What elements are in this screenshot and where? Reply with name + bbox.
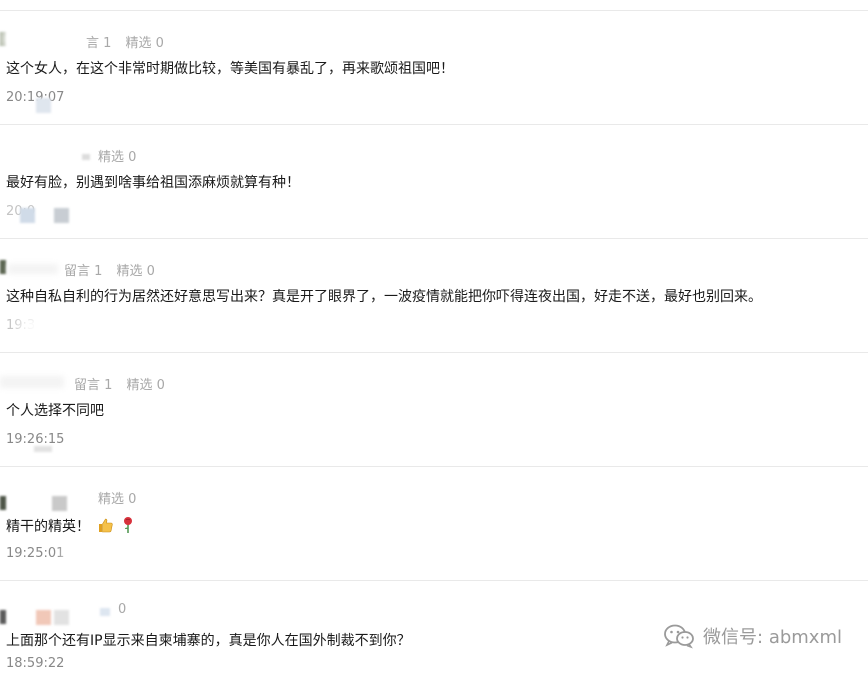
divider <box>0 124 868 125</box>
divider <box>0 352 868 353</box>
avatar <box>0 496 6 510</box>
redaction-block <box>36 98 51 113</box>
comment-time: 18:59:22 <box>6 656 65 671</box>
reply-count: 留言 1 <box>74 378 113 393</box>
comment-item: 言 1 精选 0 这个女人，在这个非常时期做比较，等美国有暴乱了，再来歌颂祖国吧… <box>0 10 868 124</box>
comment-stats: 言 1 精选 0 <box>86 32 164 51</box>
comment-text: 这种自私自利的行为居然还好意思写出来？真是开了眼界了，一波疫情就能把你吓得连夜出… <box>6 289 762 305</box>
comment-text-body: 精干的精英！ <box>6 519 90 535</box>
thumbs-up-icon <box>96 516 114 539</box>
wechat-icon <box>663 623 695 649</box>
comment-stats: 精选 0 <box>98 488 137 507</box>
comment-text: 这个女人，在这个非常时期做比较，等美国有暴乱了，再来歌颂祖国吧！ <box>6 61 454 77</box>
comment-text: 个人选择不同吧 <box>6 403 104 419</box>
time-redaction <box>20 316 50 336</box>
redaction-block <box>100 608 110 616</box>
divider <box>0 10 868 11</box>
divider <box>0 238 868 239</box>
nickname-redaction <box>8 264 58 274</box>
comment-item: 精选 0 精干的精英！ 19:25:01 <box>0 466 868 580</box>
redaction-block <box>82 154 90 160</box>
redaction-edge <box>64 544 124 580</box>
redaction-block <box>36 610 51 625</box>
featured-count: 精选 0 <box>126 378 165 393</box>
wechat-watermark: 微信号: abmxml <box>663 623 842 649</box>
divider <box>0 466 868 467</box>
comment-stats: 留言 1 精选 0 <box>64 260 155 279</box>
comment-text: 最好有脸，别遇到啥事给祖国添麻烦就算有种！ <box>6 175 300 191</box>
comment-stats: 留言 1 精选 0 <box>74 374 165 393</box>
comment-time: 19:25:01 <box>6 546 65 561</box>
comment-stats: 0 <box>118 602 126 620</box>
redaction-block <box>52 496 67 511</box>
comment-item: 精选 0 最好有脸，别遇到啥事给祖国添麻烦就算有种！ 20:0 <box>0 124 868 238</box>
featured-count: 精选 0 <box>98 150 137 165</box>
comment-text: 上面那个还有IP显示来自柬埔寨的，真是你人在国外制裁不到你？ <box>6 633 411 649</box>
redaction-block <box>34 446 52 452</box>
watermark-text: 微信号: abmxml <box>703 627 842 648</box>
comment-time: 19:26:15 <box>6 432 65 447</box>
featured-count: 精选 0 <box>116 264 155 279</box>
reply-count: 留言 1 <box>64 264 103 279</box>
redaction-block <box>20 208 35 223</box>
divider <box>0 580 868 581</box>
nickname-redaction <box>0 140 90 166</box>
nickname-redaction <box>0 26 88 52</box>
featured-count: 0 <box>118 602 127 617</box>
rose-icon <box>121 516 135 539</box>
avatar <box>0 610 6 624</box>
featured-count: 精选 0 <box>125 36 164 51</box>
comment-text: 精干的精英！ <box>6 516 135 539</box>
redaction-block <box>54 610 69 625</box>
featured-count: 精选 0 <box>98 492 137 507</box>
nickname-redaction <box>0 376 64 388</box>
redaction-block <box>54 208 69 223</box>
comment-item: 留言 1 精选 0 这种自私自利的行为居然还好意思写出来？真是开了眼界了，一波疫… <box>0 238 868 352</box>
comment-stats: 精选 0 <box>98 146 137 165</box>
reply-count: 言 1 <box>86 36 112 51</box>
comment-item: 留言 1 精选 0 个人选择不同吧 19:26:15 <box>0 352 868 466</box>
avatar <box>0 260 6 274</box>
